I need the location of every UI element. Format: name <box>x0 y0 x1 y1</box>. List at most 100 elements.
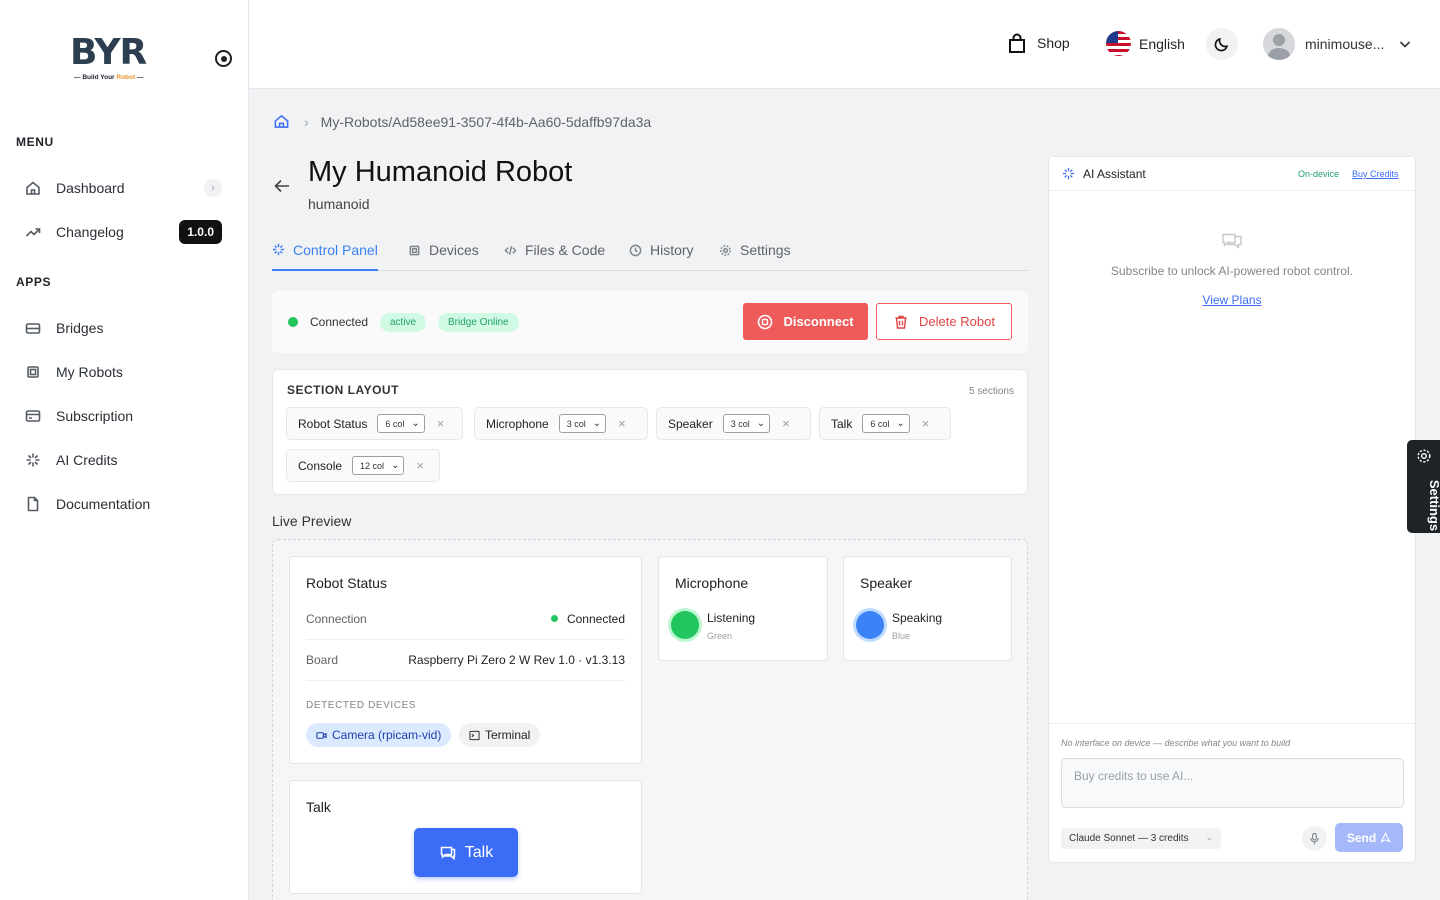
close-icon[interactable]: × <box>416 458 424 473</box>
gear-icon <box>720 244 731 256</box>
talk-card: Talk Talk <box>289 780 642 894</box>
live-preview-area: Robot Status Connection Connected Board … <box>272 539 1028 900</box>
tab-settings[interactable]: Settings <box>719 230 791 270</box>
microphone-button[interactable] <box>1302 826 1327 851</box>
back-arrow-icon[interactable] <box>273 177 291 195</box>
column-select[interactable]: 3 col ⌄ <box>558 414 607 433</box>
microphone-state: Listening <box>707 611 756 625</box>
close-icon[interactable]: × <box>782 416 790 431</box>
speaker-card: Speaker Speaking Blue <box>843 556 1012 661</box>
us-flag-icon <box>1106 31 1131 56</box>
sidebar-toggle-button[interactable] <box>215 50 232 67</box>
column-select[interactable]: 6 col ⌄ <box>377 414 425 433</box>
speaker-color-name: Blue <box>892 631 911 641</box>
card-title: Microphone <box>675 575 749 591</box>
disconnect-button[interactable]: Disconnect <box>743 303 868 340</box>
section-count: 5 sections <box>968 386 1014 397</box>
ai-assistant-title: AI Assistant <box>1083 167 1146 181</box>
sparkle-icon <box>24 451 42 469</box>
chevron-right-icon[interactable]: › <box>204 179 222 197</box>
device-chip-camera[interactable]: Camera (rpicam-vid) <box>306 723 452 747</box>
column-select[interactable]: 3 col ⌄ <box>722 414 771 433</box>
sidebar-item-bridges[interactable]: Bridges <box>24 313 224 343</box>
tab-control-panel[interactable]: Control Panel <box>272 230 378 271</box>
send-icon <box>1380 832 1391 843</box>
sidebar-item-subscription[interactable]: Subscription <box>24 401 224 431</box>
app-logo[interactable]: BYR — Build Your Robot — <box>70 32 156 86</box>
card-title: Speaker <box>860 575 913 591</box>
language-selector[interactable]: English <box>1106 31 1185 56</box>
close-icon[interactable]: × <box>437 416 445 431</box>
page-title: My Humanoid Robot <box>308 156 573 188</box>
device-chip-terminal[interactable]: Terminal <box>459 723 541 747</box>
close-icon[interactable]: × <box>618 416 626 431</box>
tab-files-code[interactable]: Files & Code <box>504 230 605 270</box>
column-select[interactable]: 6 col ⌄ <box>862 414 910 433</box>
sidebar-item-label: Dashboard <box>56 180 125 196</box>
column-select-value: 6 col <box>385 418 405 429</box>
chevron-down-icon: ⌄ <box>1205 832 1213 842</box>
chip-icon <box>409 245 420 255</box>
delete-label: Delete Robot <box>919 314 995 329</box>
home-icon[interactable] <box>273 113 290 130</box>
buy-credits-link[interactable]: Buy Credits <box>1352 169 1399 179</box>
document-icon <box>24 495 42 513</box>
sidebar-item-label: My Robots <box>56 364 123 380</box>
gear-icon <box>1417 449 1431 463</box>
shop-link[interactable]: Shop <box>1006 32 1070 54</box>
layout-chip-microphone[interactable]: Microphone 3 col ⌄ × <box>474 407 648 440</box>
robot-status-card: Robot Status Connection Connected Board … <box>289 556 642 764</box>
breadcrumb: › My-Robots/Ad58ee91-3507-4f4b-Aa60-5daf… <box>273 113 651 130</box>
settings-drawer-tab[interactable]: Settings <box>1407 440 1440 533</box>
chevron-down-icon <box>1400 41 1411 48</box>
code-icon <box>504 245 517 255</box>
talk-button[interactable]: Talk <box>414 828 518 877</box>
column-select[interactable]: 12 col ⌄ <box>352 456 405 475</box>
avatar <box>1263 28 1295 60</box>
status-badge-bridge: Bridge Online <box>438 313 519 332</box>
sidebar-item-label: Changelog <box>56 224 124 240</box>
ai-prompt-input[interactable]: Buy credits to use AI... <box>1061 758 1404 808</box>
sparkle-icon <box>272 243 285 256</box>
sidebar-item-documentation[interactable]: Documentation <box>24 489 224 519</box>
shop-label: Shop <box>1037 35 1070 51</box>
chip-label: Microphone <box>486 416 549 431</box>
sidebar-item-dashboard[interactable]: Dashboard › <box>24 173 224 203</box>
microphone-icon <box>1310 832 1319 845</box>
close-icon[interactable]: × <box>922 416 930 431</box>
chevron-right-icon: › <box>304 113 309 130</box>
microphone-color-name: Green <box>707 631 733 641</box>
user-menu[interactable]: minimouse... <box>1263 28 1412 60</box>
sidebar-item-changelog[interactable]: Changelog 1.0.0 <box>24 217 224 247</box>
tab-label: History <box>650 242 694 258</box>
model-select[interactable]: Claude Sonnet — 3 credits ⌄ <box>1061 828 1221 849</box>
settings-drawer-label: Settings <box>1427 479 1440 532</box>
theme-toggle-button[interactable] <box>1206 28 1238 60</box>
section-layout-card: SECTION LAYOUT 5 sections Robot Status 6… <box>272 369 1028 495</box>
delete-robot-button[interactable]: Delete Robot <box>876 303 1012 340</box>
sidebar-item-label: Bridges <box>56 320 104 336</box>
layout-chip-talk[interactable]: Talk 6 col ⌄ × <box>819 407 951 440</box>
on-device-label: On-device <box>1298 169 1340 179</box>
tab-devices[interactable]: Devices <box>408 230 479 270</box>
view-plans-link[interactable]: View Plans <box>1049 293 1415 307</box>
topbar: Shop English minimouse... <box>249 0 1440 89</box>
tab-history[interactable]: History <box>629 230 694 270</box>
terminal-icon <box>469 730 480 740</box>
layout-chip-console[interactable]: Console 12 col ⌄ × <box>286 449 440 482</box>
layout-chip-robot-status[interactable]: Robot Status 6 col ⌄ × <box>286 407 463 440</box>
divider <box>1049 723 1415 724</box>
layout-chip-speaker[interactable]: Speaker 3 col ⌄ × <box>656 407 811 440</box>
breadcrumb-path[interactable]: My-Robots/Ad58ee91-3507-4f4b-Aa60-5daffb… <box>321 114 652 130</box>
row-value: Raspberry Pi Zero 2 W Rev 1.0 · v1.3.13 <box>408 653 625 667</box>
chip-label: Talk <box>831 416 853 431</box>
chat-icon <box>1222 233 1242 250</box>
sidebar-item-my-robots[interactable]: My Robots <box>24 357 224 387</box>
logo-text: BYR <box>70 32 147 73</box>
username: minimouse... <box>1305 36 1385 52</box>
tab-label: Control Panel <box>293 241 378 258</box>
send-button[interactable]: Send <box>1335 823 1403 852</box>
section-layout-title: SECTION LAYOUT <box>287 383 399 397</box>
row-value: Connected <box>550 612 625 626</box>
sidebar-item-ai-credits[interactable]: AI Credits <box>24 445 224 475</box>
